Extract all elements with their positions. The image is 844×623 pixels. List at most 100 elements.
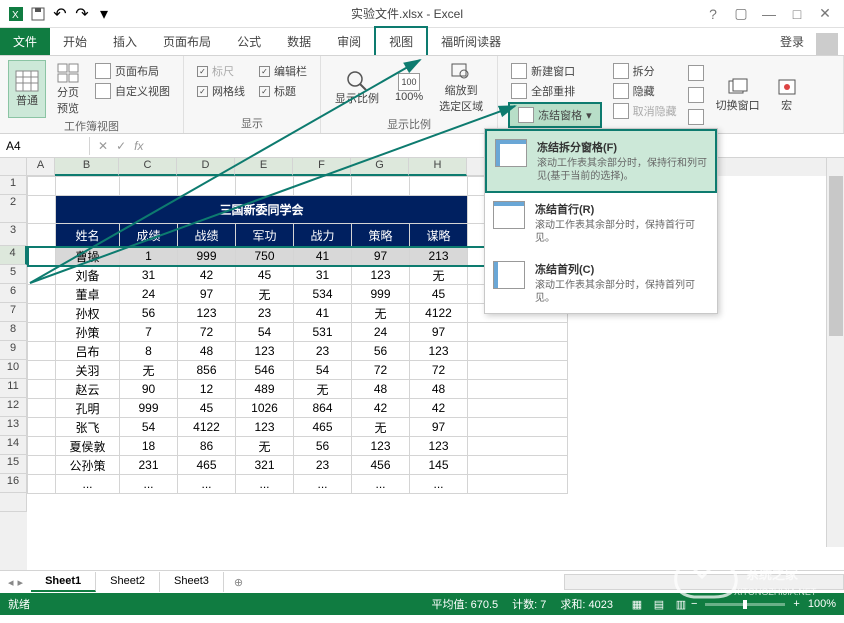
arrange-button[interactable]: 全部重排 bbox=[508, 82, 602, 100]
data-cell[interactable]: 123 bbox=[410, 342, 468, 361]
col-header-F[interactable]: F bbox=[293, 158, 351, 176]
close-icon[interactable]: ✕ bbox=[814, 4, 836, 24]
data-cell[interactable]: 41 bbox=[294, 247, 352, 266]
data-cell[interactable]: 45 bbox=[410, 285, 468, 304]
redo-icon[interactable]: ↷ bbox=[72, 4, 92, 24]
data-cell[interactable]: 12 bbox=[178, 380, 236, 399]
data-cell[interactable]: 145 bbox=[410, 456, 468, 475]
sheet-tab-sheet1[interactable]: Sheet1 bbox=[31, 572, 96, 592]
data-cell[interactable]: ... bbox=[178, 475, 236, 494]
data-cell[interactable]: ... bbox=[120, 475, 178, 494]
data-cell[interactable]: 无 bbox=[120, 361, 178, 380]
data-cell[interactable]: 赵云 bbox=[56, 380, 120, 399]
data-cell[interactable]: 123 bbox=[352, 437, 410, 456]
data-cell[interactable]: 123 bbox=[236, 342, 294, 361]
data-cell[interactable]: 董卓 bbox=[56, 285, 120, 304]
data-cell[interactable]: 8 bbox=[120, 342, 178, 361]
tab-file[interactable]: 文件 bbox=[0, 28, 50, 55]
data-cell[interactable]: ... bbox=[410, 475, 468, 494]
data-cell[interactable]: ... bbox=[236, 475, 294, 494]
data-cell[interactable]: 无 bbox=[352, 304, 410, 323]
data-cell[interactable]: 72 bbox=[410, 361, 468, 380]
data-cell[interactable]: 42 bbox=[178, 266, 236, 285]
data-cell[interactable]: 23 bbox=[294, 456, 352, 475]
data-cell[interactable]: 7 bbox=[120, 323, 178, 342]
switch-window-button[interactable]: 切换窗口 bbox=[710, 60, 766, 130]
data-cell[interactable]: 42 bbox=[410, 399, 468, 418]
chk-formula[interactable]: ✓编辑栏 bbox=[256, 62, 310, 80]
zoom-button[interactable]: 显示比例 bbox=[329, 60, 385, 116]
data-cell[interactable]: 无 bbox=[410, 266, 468, 285]
freeze-panes-item[interactable]: 冻结拆分窗格(F) 滚动工作表其余部分时，保持行和列可见(基于当前的选择)。 bbox=[485, 129, 717, 193]
data-cell[interactable]: 213 bbox=[410, 247, 468, 266]
data-cell[interactable]: 1026 bbox=[236, 399, 294, 418]
data-cell[interactable]: 无 bbox=[352, 418, 410, 437]
data-cell[interactable]: 54 bbox=[294, 361, 352, 380]
data-cell[interactable]: 999 bbox=[178, 247, 236, 266]
col-header-E[interactable]: E bbox=[235, 158, 293, 176]
col-header-A[interactable]: A bbox=[27, 158, 55, 176]
data-cell[interactable]: 关羽 bbox=[56, 361, 120, 380]
tab-home[interactable]: 开始 bbox=[50, 28, 100, 55]
data-cell[interactable]: 999 bbox=[120, 399, 178, 418]
data-cell[interactable]: 56 bbox=[294, 437, 352, 456]
data-cell[interactable]: 18 bbox=[120, 437, 178, 456]
data-cell[interactable]: 546 bbox=[236, 361, 294, 380]
col-header-C[interactable]: C bbox=[119, 158, 177, 176]
sync-icon1[interactable] bbox=[688, 65, 704, 81]
sync-icon3[interactable] bbox=[688, 109, 704, 125]
headings-checkbox[interactable]: ✓ bbox=[259, 86, 270, 97]
data-cell[interactable]: 465 bbox=[294, 418, 352, 437]
row-header-15[interactable]: 15 bbox=[0, 455, 27, 474]
row-header-5[interactable]: 5 bbox=[0, 265, 27, 284]
hide-button[interactable]: 隐藏 bbox=[610, 82, 680, 100]
data-cell[interactable]: 孔明 bbox=[56, 399, 120, 418]
split-button[interactable]: 拆分 bbox=[610, 62, 680, 80]
qat-dropdown-icon[interactable]: ▾ bbox=[94, 4, 114, 24]
data-cell[interactable]: 45 bbox=[236, 266, 294, 285]
data-cell[interactable]: 123 bbox=[352, 266, 410, 285]
sheet-tab-sheet3[interactable]: Sheet3 bbox=[160, 572, 224, 592]
data-cell[interactable]: 48 bbox=[178, 342, 236, 361]
col-header-B[interactable]: B bbox=[55, 158, 119, 176]
row-header-12[interactable]: 12 bbox=[0, 398, 27, 417]
cells-grid[interactable]: 三国新委同学会姓名成绩战绩军功战力策略谋略曹操19997504197213刘备3… bbox=[27, 176, 844, 570]
data-cell[interactable]: 无 bbox=[236, 285, 294, 304]
row-header-9[interactable]: 9 bbox=[0, 341, 27, 360]
data-cell[interactable]: 864 bbox=[294, 399, 352, 418]
data-cell[interactable]: 刘备 bbox=[56, 266, 120, 285]
cancel-formula-icon[interactable]: ✕ bbox=[98, 139, 108, 153]
data-cell[interactable]: 夏侯敦 bbox=[56, 437, 120, 456]
tab-review[interactable]: 审阅 bbox=[324, 28, 374, 55]
data-cell[interactable]: 97 bbox=[352, 247, 410, 266]
data-cell[interactable]: 张飞 bbox=[56, 418, 120, 437]
scrollbar-thumb[interactable] bbox=[829, 176, 843, 336]
tab-layout[interactable]: 页面布局 bbox=[150, 28, 224, 55]
login-link[interactable]: 登录 bbox=[768, 28, 816, 55]
data-cell[interactable]: 4122 bbox=[410, 304, 468, 323]
data-cell[interactable]: ... bbox=[294, 475, 352, 494]
data-cell[interactable]: 123 bbox=[178, 304, 236, 323]
row-header-8[interactable]: 8 bbox=[0, 322, 27, 341]
view-custom-button[interactable]: 自定义视图 bbox=[92, 82, 173, 100]
minimize-icon[interactable]: — bbox=[758, 4, 780, 24]
zoom-selection-button[interactable]: 缩放到 选定区域 bbox=[433, 60, 489, 116]
row-header-10[interactable]: 10 bbox=[0, 360, 27, 379]
data-cell[interactable]: 856 bbox=[178, 361, 236, 380]
sheet-tab-sheet2[interactable]: Sheet2 bbox=[96, 572, 160, 592]
col-header-H[interactable]: H bbox=[409, 158, 467, 176]
help-icon[interactable]: ? bbox=[702, 4, 724, 24]
tab-foxit[interactable]: 福昕阅读器 bbox=[428, 28, 514, 55]
data-cell[interactable]: 90 bbox=[120, 380, 178, 399]
sheet-next-icon[interactable]: ▸ bbox=[18, 576, 24, 589]
row-header-4[interactable]: 4 bbox=[0, 246, 27, 265]
data-cell[interactable]: 24 bbox=[352, 323, 410, 342]
data-cell[interactable]: 534 bbox=[294, 285, 352, 304]
col-header-G[interactable]: G bbox=[351, 158, 409, 176]
col-header-D[interactable]: D bbox=[177, 158, 235, 176]
grid-checkbox[interactable]: ✓ bbox=[197, 86, 208, 97]
view-pagelayout-button[interactable]: 页面布局 bbox=[92, 62, 173, 80]
data-cell[interactable]: 465 bbox=[178, 456, 236, 475]
status-normal-view-icon[interactable]: ▦ bbox=[627, 596, 647, 612]
undo-icon[interactable]: ↶ bbox=[50, 4, 70, 24]
